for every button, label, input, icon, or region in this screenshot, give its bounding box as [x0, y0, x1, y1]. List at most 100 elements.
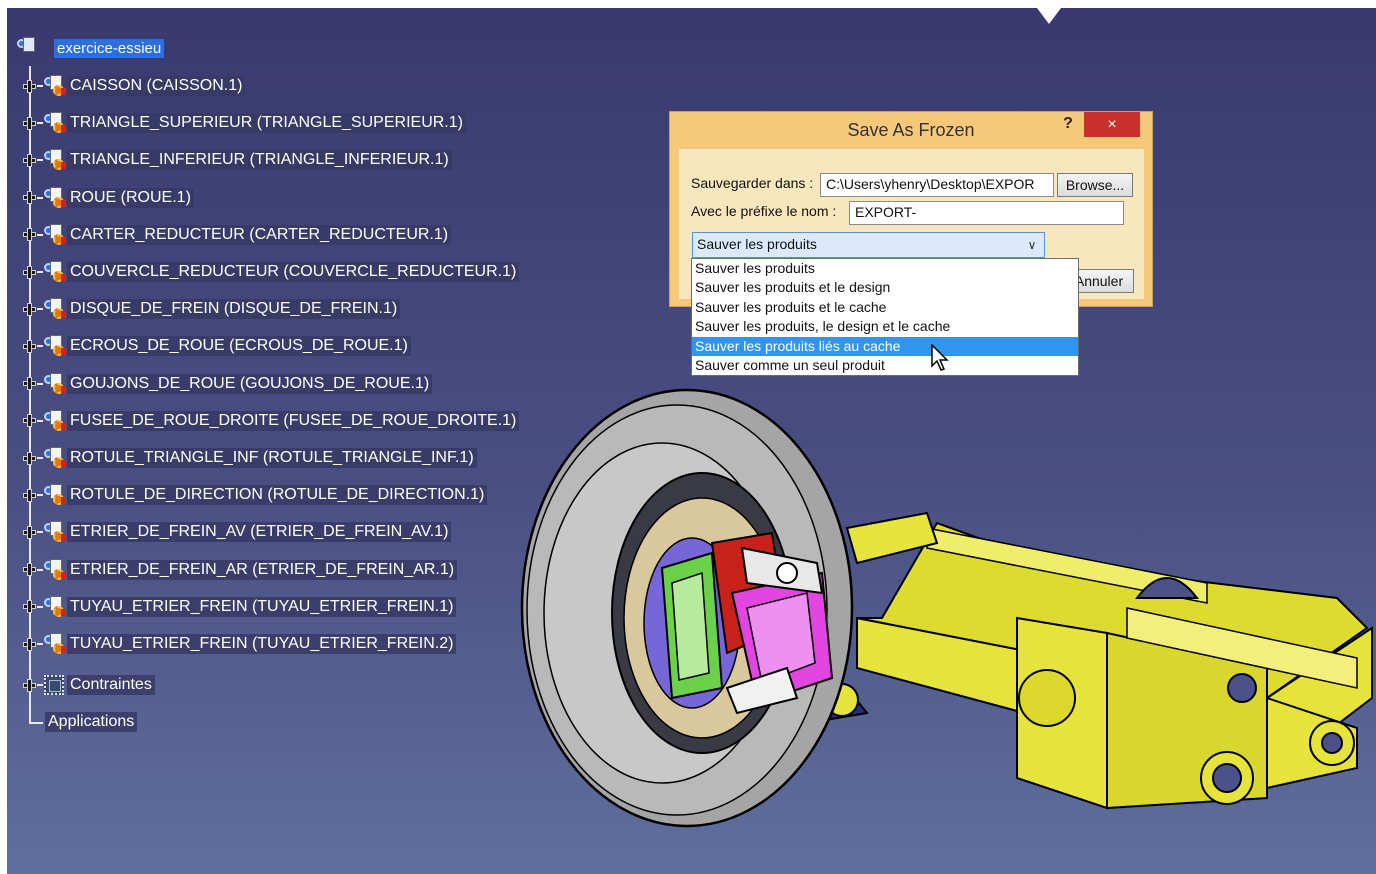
save-mode-option[interactable]: Sauver comme un seul produit: [692, 356, 1078, 375]
expand-icon[interactable]: [24, 80, 35, 92]
save-mode-option[interactable]: Sauver les produits liés au cache: [692, 336, 1078, 356]
tree-item-label[interactable]: DISQUE_DE_FREIN (DISQUE_DE_FREIN.1): [67, 299, 401, 320]
expand-icon[interactable]: [24, 192, 35, 204]
expand-icon[interactable]: [24, 378, 35, 390]
part-icon: [44, 372, 66, 395]
tree-item[interactable]: ROTULE_TRIANGLE_INF (ROTULE_TRIANGLE_INF…: [24, 446, 477, 470]
chevron-down-icon[interactable]: ∨: [1021, 234, 1043, 256]
tree-item-label[interactable]: ETRIER_DE_FREIN_AR (ETRIER_DE_FREIN_AR.1…: [67, 559, 458, 580]
tree-item-label[interactable]: COUVERCLE_REDUCTEUR (COUVERCLE_REDUCTEUR…: [67, 262, 520, 282]
tree-connector: [37, 159, 43, 162]
tree-item-label[interactable]: Applications: [45, 712, 138, 732]
expand-icon[interactable]: [24, 117, 35, 129]
close-icon[interactable]: ×: [1107, 116, 1116, 133]
part-icon: [44, 261, 66, 283]
tree-item-label[interactable]: GOUJONS_DE_ROUE (GOUJONS_DE_ROUE.1): [67, 373, 433, 394]
etrier-de-frein-part: [660, 531, 834, 715]
tree-connector: [37, 85, 43, 87]
dialog-title: Save As Frozen: [847, 120, 975, 140]
caisson-part: [845, 511, 1373, 810]
part-icon: [44, 298, 66, 320]
tree-item-label[interactable]: ETRIER_DE_FREIN_AV (ETRIER_DE_FREIN_AV.1…: [67, 522, 452, 543]
save-mode-option[interactable]: Sauver les produits et le design: [692, 278, 1078, 297]
expand-icon[interactable]: [24, 154, 35, 166]
tree-connector: [37, 196, 43, 199]
tree-item-label[interactable]: TRIANGLE_INFERIEUR (TRIANGLE_INFERIEUR.1…: [67, 150, 452, 171]
tree-connector: [37, 684, 43, 686]
tree-item-label[interactable]: TRIANGLE_SUPERIEUR (TRIANGLE_SUPERIEUR.1…: [67, 113, 466, 134]
tree-connector: [37, 643, 43, 645]
expand-icon[interactable]: [24, 415, 35, 427]
tree-item-applications[interactable]: Applications: [45, 710, 138, 734]
expand-icon[interactable]: [24, 266, 35, 278]
tree-connector: [37, 531, 43, 534]
tree-item[interactable]: DISQUE_DE_FREIN (DISQUE_DE_FREIN.1): [24, 297, 401, 321]
tree-item[interactable]: GOUJONS_DE_ROUE (GOUJONS_DE_ROUE.1): [24, 372, 433, 396]
tree-item[interactable]: FUSEE_DE_ROUE_DROITE (FUSEE_DE_ROUE_DROI…: [24, 409, 520, 433]
expand-icon[interactable]: [24, 601, 35, 613]
expand-icon[interactable]: [24, 303, 35, 315]
tree-connector: [37, 122, 43, 125]
prefix-field[interactable]: EXPORT-: [849, 201, 1124, 225]
expand-icon[interactable]: [24, 229, 35, 241]
tree-item-contraintes[interactable]: Contraintes: [24, 673, 155, 697]
frame-notch: [1037, 8, 1061, 24]
expand-icon[interactable]: [24, 452, 35, 464]
tree-item[interactable]: TUYAU_ETRIER_FREIN (TUYAU_ETRIER_FREIN.2…: [24, 632, 457, 656]
tree-item-label[interactable]: CARTER_REDUCTEUR (CARTER_REDUCTEUR.1): [67, 224, 452, 245]
tree-item[interactable]: ROUE (ROUE.1): [24, 186, 194, 210]
save-mode-select[interactable]: Sauver les produits ∨: [692, 232, 1045, 258]
expand-icon[interactable]: [24, 340, 35, 352]
tree-item[interactable]: ROTULE_DE_DIRECTION (ROTULE_DE_DIRECTION…: [24, 483, 488, 507]
help-button[interactable]: ?: [1057, 115, 1079, 135]
save-mode-option[interactable]: Sauver les produits: [692, 259, 1078, 278]
tree-item[interactable]: TRIANGLE_SUPERIEUR (TRIANGLE_SUPERIEUR.1…: [24, 111, 466, 135]
part-icon: [44, 149, 66, 171]
expand-icon[interactable]: [24, 638, 35, 650]
tree-item[interactable]: CAISSON (CAISSON.1): [24, 74, 246, 98]
part-icon: [44, 223, 66, 246]
save-in-field[interactable]: C:\Users\yhenry\Desktop\EXPOR: [820, 173, 1054, 197]
part-icon: [44, 409, 66, 432]
tree-item-label[interactable]: ROTULE_DE_DIRECTION (ROTULE_DE_DIRECTION…: [67, 485, 488, 506]
tree-item[interactable]: TRIANGLE_INFERIEUR (TRIANGLE_INFERIEUR.1…: [24, 148, 452, 172]
part-icon: [44, 112, 66, 134]
tree-item-label[interactable]: FUSEE_DE_ROUE_DROITE (FUSEE_DE_ROUE_DROI…: [67, 410, 520, 431]
tree-connector: [37, 494, 43, 497]
tree-item-label[interactable]: CAISSON (CAISSON.1): [67, 76, 246, 96]
part-icon: [44, 633, 66, 655]
part-icon: [44, 186, 66, 209]
tree-item-label[interactable]: TUYAU_ETRIER_FREIN (TUYAU_ETRIER_FREIN.2…: [67, 634, 457, 654]
tree-root-label[interactable]: exercice-essieu: [54, 38, 165, 58]
tree-connector: [37, 568, 43, 571]
expand-icon[interactable]: [24, 526, 35, 538]
browse-button[interactable]: Browse...: [1057, 173, 1133, 197]
tree-item-label[interactable]: Contraintes: [67, 675, 155, 695]
tree-connector: [37, 233, 43, 236]
axle-3d-model[interactable]: [487, 368, 1376, 868]
part-icon: [44, 447, 66, 469]
tree-item[interactable]: TUYAU_ETRIER_FREIN (TUYAU_ETRIER_FREIN.1…: [24, 595, 457, 619]
tree-item[interactable]: ETRIER_DE_FREIN_AR (ETRIER_DE_FREIN_AR.1…: [24, 558, 458, 582]
expand-icon[interactable]: [24, 679, 35, 691]
tree-item[interactable]: CARTER_REDUCTEUR (CARTER_REDUCTEUR.1): [24, 223, 452, 247]
tree-item[interactable]: ECROUS_DE_ROUE (ECROUS_DE_ROUE.1): [24, 334, 411, 358]
tree-item[interactable]: COUVERCLE_REDUCTEUR (COUVERCLE_REDUCTEUR…: [24, 260, 520, 284]
tree-root[interactable]: exercice-essieu: [17, 36, 165, 60]
part-icon: [44, 484, 66, 506]
tree-item-label[interactable]: ECROUS_DE_ROUE (ECROUS_DE_ROUE.1): [67, 336, 411, 357]
tree-item-label[interactable]: TUYAU_ETRIER_FREIN (TUYAU_ETRIER_FREIN.1…: [67, 596, 457, 617]
save-mode-option[interactable]: Sauver les produits et le cache: [692, 298, 1078, 317]
tree-item[interactable]: ETRIER_DE_FREIN_AV (ETRIER_DE_FREIN_AV.1…: [24, 520, 452, 544]
tree-connector: [37, 382, 43, 385]
expand-icon[interactable]: [24, 564, 35, 576]
close-button[interactable]: ×: [1084, 112, 1140, 137]
expand-icon[interactable]: [24, 489, 35, 501]
save-mode-value: Sauver les produits: [697, 236, 817, 252]
dialog-titlebar[interactable]: Save As Frozen ? ×: [670, 112, 1152, 148]
tree-item-label[interactable]: ROUE (ROUE.1): [67, 187, 194, 208]
tree-item-label[interactable]: ROTULE_TRIANGLE_INF (ROTULE_TRIANGLE_INF…: [67, 448, 477, 468]
product-icon: [17, 37, 39, 59]
save-mode-option[interactable]: Sauver les produits, le design et le cac…: [692, 317, 1078, 336]
save-mode-dropdown-list[interactable]: Sauver les produits Sauver les produits e…: [691, 258, 1079, 376]
